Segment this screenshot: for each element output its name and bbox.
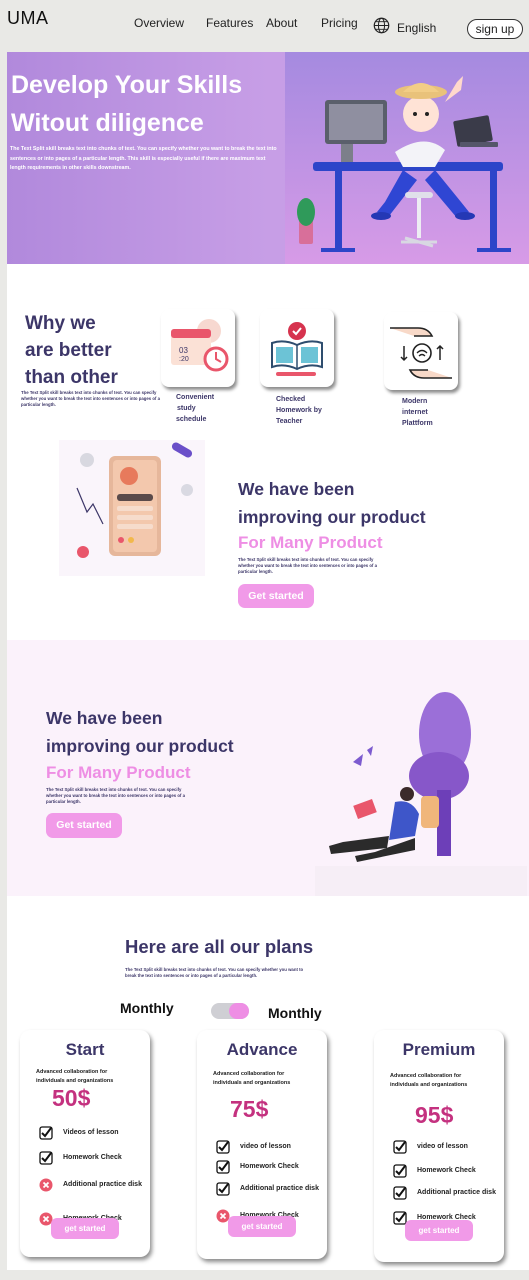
feature-card-schedule: 03 :20 bbox=[161, 309, 235, 387]
plan-card-premium: Premium Advanced collaboration for indivi… bbox=[374, 1030, 504, 1262]
why-title-line2: are better bbox=[25, 340, 112, 361]
check-icon bbox=[393, 1164, 407, 1178]
reading-student-illustration bbox=[315, 690, 527, 896]
plan-feature: Homework Check bbox=[417, 1167, 476, 1174]
nav-link-pricing[interactable]: Pricing bbox=[321, 16, 358, 30]
feature-label-homework: Checked Homework by Teacher bbox=[276, 394, 322, 427]
check-icon bbox=[216, 1182, 230, 1196]
plan-get-started-button[interactable]: get started bbox=[405, 1220, 473, 1241]
billing-label-right: Monthly bbox=[268, 1005, 322, 1021]
billing-toggle[interactable] bbox=[211, 1003, 249, 1019]
plan-card-start: Start Advanced collaboration for individu… bbox=[20, 1030, 150, 1257]
plan-price: 50$ bbox=[52, 1085, 91, 1111]
hands-wifi-icon bbox=[390, 327, 452, 379]
improve-title: We have been improving our product bbox=[238, 476, 426, 531]
svg-text:03: 03 bbox=[179, 346, 188, 355]
why-title-line3: than other bbox=[25, 367, 118, 388]
feature-label-schedule: Convenient study schedule bbox=[176, 392, 214, 425]
feature-label-line: Plattform bbox=[402, 420, 433, 427]
check-icon bbox=[216, 1140, 230, 1154]
feature-label-line: Checked bbox=[276, 396, 306, 403]
improve-accent: For Many Product bbox=[238, 533, 383, 552]
feature-label-line: Teacher bbox=[276, 418, 303, 425]
improve-title-line2: improving our product bbox=[238, 506, 426, 527]
svg-text::20: :20 bbox=[179, 356, 189, 363]
why-text: The Text Split skill breaks text into ch… bbox=[21, 390, 160, 407]
plan-feature: Additional practice disk bbox=[63, 1181, 142, 1188]
why-title-line1: Why we bbox=[25, 313, 96, 334]
nav-link-features[interactable]: Features bbox=[206, 16, 253, 30]
feature-label-line: Homework by bbox=[276, 407, 322, 414]
globe-icon[interactable] bbox=[373, 17, 390, 34]
hero-title-line2: Witout diligence bbox=[11, 109, 204, 137]
why-title: Why we are better than other bbox=[25, 310, 155, 391]
language-selector[interactable]: English bbox=[397, 21, 436, 35]
plan-feature: Videos of lesson bbox=[63, 1129, 119, 1136]
plan-feature: video of lesson bbox=[240, 1143, 291, 1150]
improve-text: The Text Split skill breaks text into ch… bbox=[238, 557, 377, 574]
plan-description: Advanced collaboration for individuals a… bbox=[390, 1073, 468, 1088]
check-icon bbox=[216, 1160, 230, 1174]
nav-link-about[interactable]: About bbox=[266, 16, 297, 30]
feature-card-platform bbox=[384, 312, 458, 390]
improve-title-line2: improving our product bbox=[46, 735, 234, 756]
plan-feature: Homework Check bbox=[63, 1154, 122, 1161]
cross-icon bbox=[39, 1178, 53, 1192]
get-started-button[interactable]: Get started bbox=[238, 584, 314, 608]
get-started-button[interactable]: Get started bbox=[46, 813, 122, 838]
plan-card-advance: Advance Advanced collaboration for indivi… bbox=[197, 1030, 327, 1259]
hero-section: Develop Your Skills Witout diligence The… bbox=[7, 52, 529, 264]
billing-label-left: Monthly bbox=[120, 1000, 174, 1016]
plan-price: 95$ bbox=[415, 1102, 454, 1128]
plan-price: 75$ bbox=[230, 1096, 269, 1122]
logo[interactable]: UMA bbox=[7, 8, 49, 29]
hero-illustration bbox=[285, 52, 529, 264]
feature-card-homework bbox=[260, 309, 334, 387]
calendar-clock-icon: 03 :20 bbox=[171, 319, 229, 372]
improve-title: We have been improving our product bbox=[46, 705, 234, 760]
feature-label-line: schedule bbox=[176, 416, 207, 423]
plans-section: Here are all our plans The Text Split sk… bbox=[7, 896, 529, 1270]
toggle-knob bbox=[229, 1003, 249, 1019]
plan-feature: Additional practice disk bbox=[240, 1185, 319, 1192]
top-nav: UMA Overview Features About Pricing Engl… bbox=[0, 0, 529, 52]
improve-text: The Text Split skill breaks text into ch… bbox=[46, 787, 185, 804]
feature-label-platform: Modern internet Plattform bbox=[402, 396, 433, 429]
check-icon bbox=[393, 1140, 407, 1154]
why-section: Why we are better than other The Text Sp… bbox=[7, 264, 529, 640]
check-icon bbox=[39, 1126, 53, 1140]
feature-label-line: study bbox=[177, 405, 196, 412]
feature-label-line: Modern bbox=[402, 398, 428, 405]
plan-get-started-button[interactable]: get started bbox=[51, 1218, 119, 1239]
nav-link-overview[interactable]: Overview bbox=[134, 16, 184, 30]
feature-label-line: internet bbox=[402, 409, 428, 416]
plan-name: Premium bbox=[402, 1040, 476, 1059]
plan-feature: Additional practice disk bbox=[417, 1189, 496, 1196]
phone-profile-illustration bbox=[59, 440, 205, 576]
hero-title: Develop Your Skills Witout diligence bbox=[11, 66, 281, 142]
sign-up-button[interactable]: sign up bbox=[467, 19, 523, 39]
plan-feature: Homework Check bbox=[240, 1163, 299, 1170]
plan-feature: video of lesson bbox=[417, 1143, 468, 1150]
hero-title-line1: Develop Your Skills bbox=[11, 71, 243, 99]
plans-text: The Text Split skill breaks text into ch… bbox=[125, 967, 304, 978]
hero-text: The Text Split skill breaks text into ch… bbox=[10, 146, 277, 171]
plan-name: Advance bbox=[226, 1040, 298, 1059]
plan-get-started-button[interactable]: get started bbox=[228, 1216, 296, 1237]
improve-section-2: We have been improving our product For M… bbox=[7, 640, 529, 896]
feature-label-line: Convenient bbox=[176, 394, 215, 401]
book-check-icon bbox=[271, 322, 323, 376]
plans-title: Here are all our plans bbox=[125, 936, 314, 957]
improve-accent: For Many Product bbox=[46, 763, 191, 782]
plan-description: Advanced collaboration for individuals a… bbox=[36, 1069, 114, 1084]
plan-description: Advanced collaboration for individuals a… bbox=[213, 1071, 291, 1086]
check-icon bbox=[393, 1186, 407, 1200]
improve-title-line1: We have been bbox=[46, 708, 163, 728]
improve-title-line1: We have been bbox=[238, 479, 355, 499]
check-icon bbox=[39, 1151, 53, 1165]
plan-name: Start bbox=[65, 1040, 105, 1059]
